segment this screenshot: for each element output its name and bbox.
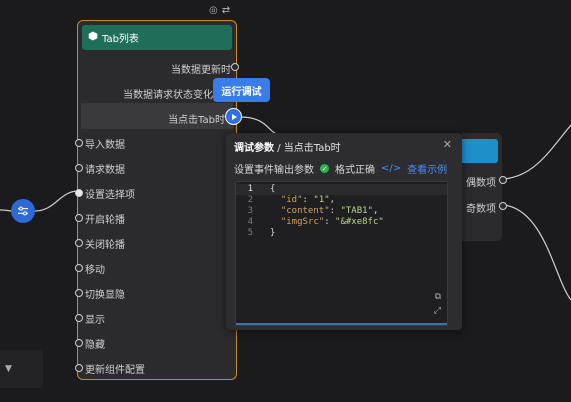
target-icon[interactable]: ◎: [209, 5, 218, 16]
line-text: "id": "1",: [280, 195, 336, 205]
port-label: 偶数项: [466, 178, 496, 189]
code-line: 1 {: [236, 184, 447, 195]
json-value: "1": [313, 195, 330, 205]
action-label: 显示: [85, 315, 105, 326]
action-label: 切换显隐: [85, 290, 125, 301]
play-icon[interactable]: [225, 108, 242, 125]
code-line: 2 "id": "1",: [236, 195, 447, 206]
editor-focus-bar: [236, 323, 447, 325]
action-port[interactable]: [75, 139, 83, 147]
action-label: 隐藏: [85, 340, 105, 351]
code-icon[interactable]: </>: [381, 163, 401, 174]
line-number: 5: [247, 228, 253, 238]
action-port[interactable]: [75, 364, 83, 372]
view-example-link[interactable]: 查看示例: [407, 161, 447, 176]
panel-title: 调试参数 / 当点击Tab时: [234, 139, 341, 154]
output-port[interactable]: [499, 176, 507, 184]
chevron-down-icon[interactable]: ▼: [5, 364, 12, 374]
line-number: 3: [247, 206, 253, 216]
line-number: 2: [247, 195, 253, 205]
action-port[interactable]: [75, 314, 83, 322]
check-icon: ✓: [320, 164, 329, 173]
line-number: 4: [247, 217, 253, 227]
output-port[interactable]: [499, 202, 507, 210]
close-icon[interactable]: ✕: [443, 138, 452, 151]
action-label: 开启轮播: [85, 215, 125, 226]
code-line: 4 "imgSrc": "&#xe8fc": [236, 217, 447, 228]
line-text: }: [270, 228, 276, 238]
collapsed-dropdown[interactable]: ▼: [0, 350, 43, 388]
action-port[interactable]: [75, 189, 83, 197]
filter-icon[interactable]: [11, 199, 35, 223]
action-port[interactable]: [75, 264, 83, 272]
code-line: 3 "content": "TAB1",: [236, 206, 447, 217]
line-text: {: [270, 184, 276, 194]
port-label: 奇数项: [466, 204, 496, 215]
action-port[interactable]: [75, 289, 83, 297]
code-line: 5 }: [236, 228, 447, 239]
json-code-editor[interactable]: 1 { 2 "id": "1", 3 "content": "TAB1", 4 …: [235, 181, 448, 326]
event-label: 当点击Tab时: [168, 115, 225, 126]
json-key: "id": [280, 195, 303, 205]
line-number: 1: [247, 184, 253, 194]
event-port[interactable]: [231, 63, 239, 71]
json-value: "&#xe8fc": [335, 217, 384, 227]
run-debug-button[interactable]: 运行调试: [213, 78, 270, 102]
action-label: 导入数据: [85, 140, 125, 151]
event-label: 当数据请求状态变化时: [123, 90, 223, 101]
shuffle-icon[interactable]: ⇄: [222, 5, 230, 16]
action-port[interactable]: [75, 239, 83, 247]
line-text: "imgSrc": "&#xe8fc": [280, 217, 384, 227]
action-port[interactable]: [75, 164, 83, 172]
debug-params-panel: 调试参数 / 当点击Tab时 ✕ 设置事件输出参数 ✓ 格式正确 </> 查看示…: [226, 133, 462, 330]
panel-subtitle: 当点击Tab时: [283, 143, 341, 154]
format-status: 格式正确: [335, 165, 375, 176]
cube-icon: [88, 31, 98, 44]
node-header[interactable]: Tab列表: [82, 25, 232, 50]
action-port[interactable]: [75, 214, 83, 222]
fullscreen-icon[interactable]: ⤢: [434, 306, 441, 316]
json-comma: ,: [372, 206, 379, 216]
action-label: 更新组件配置: [85, 365, 145, 376]
copy-icon[interactable]: ⧉: [435, 292, 441, 302]
action-label: 设置选择项: [85, 190, 135, 201]
action-label: 关闭轮播: [85, 240, 125, 251]
json-key: "content": [280, 206, 330, 216]
panel-toolbar: 设置事件输出参数 ✓ 格式正确 </> 查看示例: [234, 161, 447, 176]
json-key: "imgSrc": [280, 217, 325, 227]
action-label: 移动: [85, 265, 105, 276]
canvas-toolbar: ◎ ⇄: [209, 5, 230, 16]
json-value: "TAB1": [340, 206, 373, 216]
event-label: 当数据更新时: [171, 65, 231, 76]
node-title: Tab列表: [102, 34, 139, 45]
panel-title-main: 调试参数: [234, 143, 274, 154]
action-port[interactable]: [75, 339, 83, 347]
title-separator: /: [277, 143, 281, 154]
action-label: 请求数据: [85, 165, 125, 176]
line-text: "content": "TAB1",: [280, 206, 379, 216]
json-comma: ,: [329, 195, 336, 205]
output-params-label: 设置事件输出参数: [234, 165, 314, 176]
parity-node-header[interactable]: [462, 139, 498, 163]
